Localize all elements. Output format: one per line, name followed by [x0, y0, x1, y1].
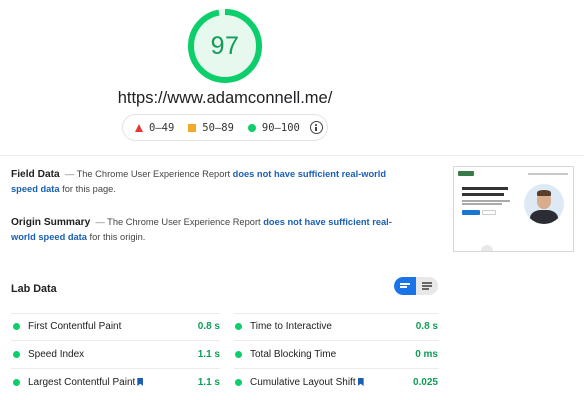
legend-fail: 0–49 — [135, 122, 174, 134]
green-circle-icon — [247, 123, 256, 132]
metric-time-to-interactive: Time to Interactive 0.8 s — [235, 318, 438, 334]
pass-dot-icon — [235, 350, 242, 358]
bookmark-icon[interactable] — [137, 378, 144, 386]
origin-summary-dash: — — [95, 217, 105, 227]
metric-divider — [11, 340, 220, 341]
metric-divider — [234, 368, 439, 369]
red-triangle-icon — [135, 123, 143, 132]
field-data-heading: Field Data — [11, 169, 60, 180]
portrait-hair — [537, 190, 551, 196]
tested-url: https://www.adamconnell.me/ — [117, 89, 333, 107]
metric-divider — [11, 368, 220, 369]
metric-label: Largest Contentful Paint — [28, 376, 136, 388]
metric-value: 1.1 s — [197, 376, 220, 388]
thumbnail-logo — [458, 171, 474, 176]
metric-total-blocking-time: Total Blocking Time 0 ms — [235, 346, 438, 362]
field-data-text: The Chrome User Experience Report — [76, 169, 231, 179]
metric-label: Total Blocking Time — [250, 348, 337, 360]
metric-first-contentful-paint: First Contentful Paint 0.8 s — [13, 318, 220, 334]
bookmark-icon[interactable] — [357, 378, 364, 386]
info-icon[interactable] — [309, 121, 323, 134]
legend-average: 50–89 — [188, 122, 234, 134]
metric-value: 0 ms — [415, 348, 438, 360]
metric-value: 0.8 s — [415, 320, 438, 332]
thumbnail-nav-links — [528, 173, 568, 175]
origin-summary-heading: Origin Summary — [11, 217, 91, 228]
pass-dot-icon — [235, 322, 242, 330]
metric-largest-contentful-paint: Largest Contentful Paint 1.1 s — [13, 374, 220, 390]
metric-value: 0.8 s — [197, 320, 220, 332]
pass-dot-icon — [235, 378, 242, 386]
metric-label: Time to Interactive — [250, 320, 332, 332]
thumbnail-headline-line — [462, 187, 508, 190]
thumbnail-text-line — [462, 203, 502, 205]
metric-divider — [11, 313, 220, 314]
field-data-section: Field Data — The Chrome User Experience … — [11, 167, 401, 197]
thumbnail-nav — [458, 171, 571, 177]
legend-pass-range: 90–100 — [261, 121, 300, 134]
legend-fail-range: 0–49 — [149, 121, 175, 134]
origin-summary-text-after: for this origin. — [89, 232, 146, 242]
pass-dot-icon — [13, 322, 20, 330]
thumbnail-secondary-button — [482, 210, 496, 215]
performance-score-gauge: 97 — [187, 8, 263, 84]
metric-label: First Contentful Paint — [28, 320, 122, 332]
thumbnail-scroll-hint — [481, 245, 493, 251]
metric-value: 0.025 — [412, 376, 438, 388]
metric-label: Speed Index — [28, 348, 85, 360]
metrics-view-toggle[interactable] — [394, 277, 438, 295]
page-screenshot-thumbnail — [453, 166, 574, 252]
pass-dot-icon — [13, 378, 20, 386]
thumbnail-text-line — [462, 200, 510, 202]
metric-speed-index: Speed Index 1.1 s — [13, 346, 220, 362]
origin-summary-section: Origin Summary — The Chrome User Experie… — [11, 215, 401, 245]
metric-value: 1.1 s — [197, 348, 220, 360]
thumbnail-primary-button — [462, 210, 480, 215]
pass-dot-icon — [13, 350, 20, 358]
metric-divider — [234, 313, 439, 314]
thumbnail-portrait — [524, 184, 564, 224]
field-data-text-after: for this page. — [62, 184, 116, 194]
score-legend: 0–49 50–89 90–100 — [122, 114, 328, 141]
thumbnail-headline-line — [462, 193, 504, 196]
portrait-body — [530, 210, 558, 224]
legend-pass: 90–100 — [247, 121, 300, 134]
score-value: 97 — [210, 32, 240, 60]
lab-data-heading: Lab Data — [11, 283, 57, 295]
metric-label: Cumulative Layout Shift — [250, 376, 356, 388]
orange-square-icon — [188, 123, 197, 132]
field-data-dash: — — [64, 169, 75, 179]
metric-cumulative-layout-shift: Cumulative Layout Shift 0.025 — [235, 374, 438, 390]
metric-divider — [234, 340, 439, 341]
section-divider — [0, 155, 584, 156]
legend-average-range: 50–89 — [202, 121, 234, 134]
origin-summary-text: The Chrome User Experience Report — [107, 217, 261, 227]
list-view-button[interactable] — [394, 277, 416, 295]
